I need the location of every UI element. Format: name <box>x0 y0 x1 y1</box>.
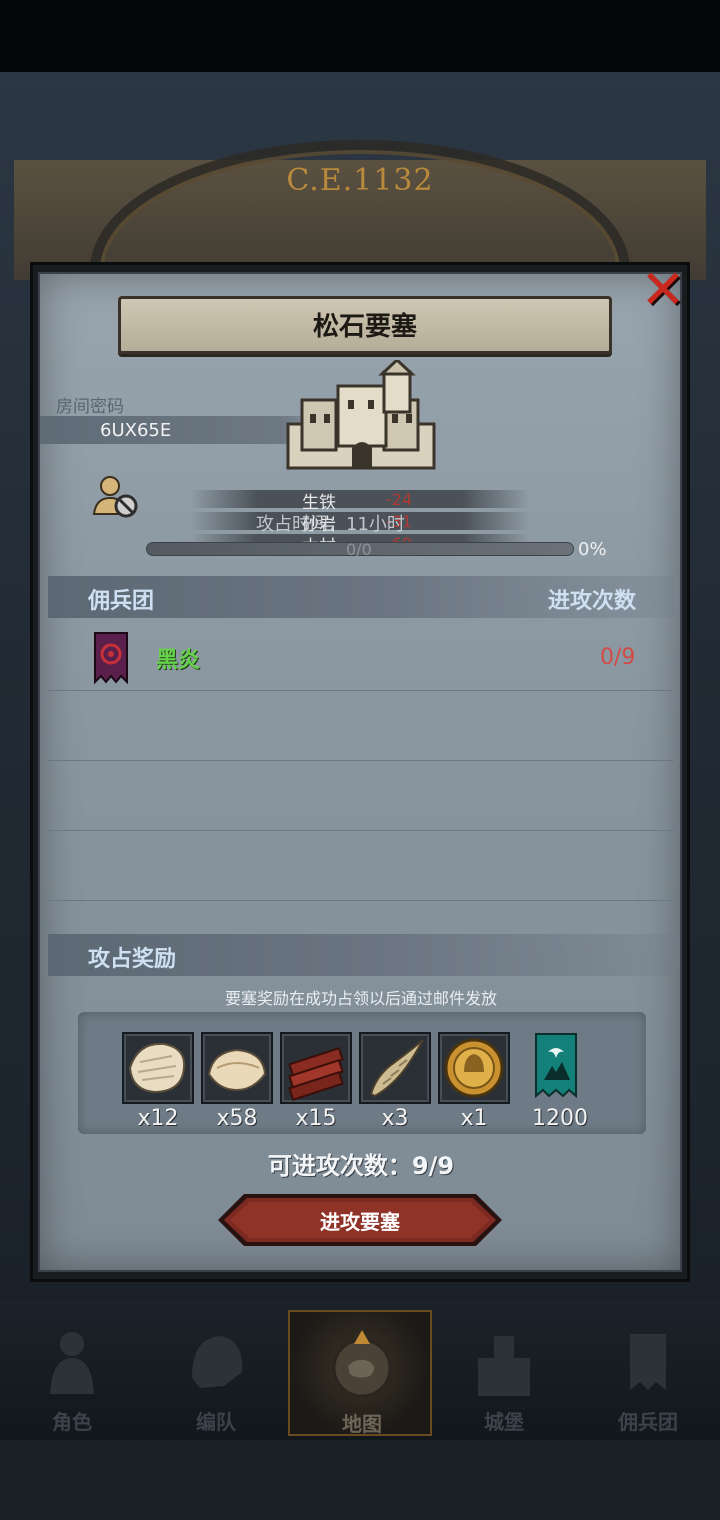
reward-qty: x12 <box>137 1106 179 1131</box>
nav-label: 城堡 <box>484 1410 524 1434</box>
reward-slot[interactable] <box>122 1032 194 1104</box>
row-divider <box>48 900 674 901</box>
guild-name[interactable]: 黑炎 <box>156 642 200 674</box>
fur-pelt-icon <box>128 1042 186 1094</box>
no-player-icon[interactable] <box>92 474 140 520</box>
castle-icon <box>478 1336 530 1396</box>
nav-mercenary[interactable]: 佣兵团 <box>576 1310 720 1436</box>
nav-label: 佣兵团 <box>618 1410 678 1434</box>
room-password-label: 房间密码 <box>56 397 124 417</box>
reward-slot[interactable] <box>201 1032 273 1104</box>
reward-qty: 1200 <box>532 1106 588 1131</box>
nav-label: 地图 <box>342 1412 382 1436</box>
attack-time: 攻占时间：11小时 <box>256 514 405 535</box>
close-button[interactable]: ✕ <box>636 262 690 318</box>
reward-qty: x3 <box>381 1106 409 1131</box>
progress-fraction: 0/0 <box>346 540 372 559</box>
fortress-castle-icon <box>286 360 436 470</box>
guild-banner-icon <box>94 632 128 684</box>
resource-value: -24 <box>386 490 413 509</box>
horn-icon <box>369 1039 424 1098</box>
attack-fortress-label: 进攻要塞 <box>320 1210 400 1234</box>
reward-qty: x58 <box>216 1106 258 1131</box>
reward-slot[interactable] <box>522 1032 594 1104</box>
nav-label: 角色 <box>52 1410 92 1434</box>
progress-percent: 0% <box>578 539 607 560</box>
gold-medal-icon <box>444 1038 504 1098</box>
nav-castle[interactable]: 城堡 <box>432 1310 576 1436</box>
row-divider <box>48 830 674 831</box>
mercenary-flag-icon <box>630 1334 666 1390</box>
mercenary-header-label: 佣兵团 <box>88 589 155 614</box>
guild-banner-icon <box>535 1033 577 1099</box>
dialog-title: 松石要塞 <box>312 312 417 342</box>
wood-planks-icon <box>288 1046 344 1102</box>
helmet-icon <box>192 1336 243 1388</box>
attack-fortress-button[interactable]: 进攻要塞 <box>216 1192 504 1248</box>
status-bar <box>0 0 720 72</box>
nav-role[interactable]: 角色 <box>0 1310 144 1436</box>
remaining-attempts: 可进攻次数：9/9 <box>267 1152 455 1180</box>
reward-slot[interactable] <box>438 1032 510 1104</box>
row-divider <box>48 760 674 761</box>
attack-count-header: 进攻次数 <box>548 589 637 614</box>
era-label: C.E.1132 <box>286 163 434 198</box>
reward-slot[interactable] <box>359 1032 431 1104</box>
cloth-bundle-icon <box>207 1048 267 1092</box>
nav-map[interactable]: 地图 <box>288 1310 432 1436</box>
nav-formation[interactable]: 编队 <box>144 1310 288 1436</box>
reward-header-label: 攻占奖励 <box>88 947 177 972</box>
nav-label: 编队 <box>196 1410 236 1434</box>
reward-qty: x1 <box>460 1106 488 1131</box>
resource-row <box>190 490 530 508</box>
row-divider <box>48 690 674 691</box>
map-compass-icon <box>332 1330 392 1398</box>
bottom-system-strip <box>0 1440 720 1520</box>
reward-note: 要塞奖励在成功占领以后通过邮件发放 <box>224 989 497 1008</box>
room-code[interactable]: 6UX65E <box>100 420 171 441</box>
knight-icon <box>50 1332 94 1394</box>
reward-qty: x15 <box>295 1106 337 1131</box>
reward-slot[interactable] <box>280 1032 352 1104</box>
guild-attack-count: 0/9 <box>600 645 636 670</box>
